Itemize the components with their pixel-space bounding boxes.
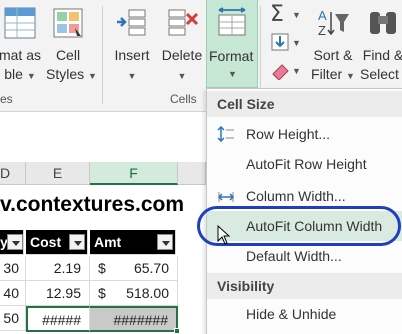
header-cell-qty[interactable]: y bbox=[0, 230, 24, 255]
fill-down-icon bbox=[271, 33, 289, 51]
amt-cell-selected[interactable]: ####### bbox=[90, 306, 178, 332]
fill-button[interactable]: ▼ bbox=[268, 32, 304, 54]
currency-symbol: $ bbox=[98, 285, 106, 301]
menu-item-autofit-row-height[interactable]: AutoFit Row Height bbox=[207, 149, 402, 179]
cell-styles-icon bbox=[53, 8, 83, 38]
cells-group-label: Cells bbox=[170, 92, 197, 106]
menu-item-row-height[interactable]: Row Height... bbox=[207, 119, 402, 149]
separator bbox=[260, 6, 261, 88]
site-title-cell[interactable]: v.contextures.com bbox=[0, 190, 206, 222]
amt-value: ####### bbox=[113, 312, 168, 328]
cost-cell[interactable]: 12.95 bbox=[26, 281, 90, 306]
qty-cell[interactable]: 30 bbox=[0, 256, 26, 281]
insert-label: Insert bbox=[114, 47, 150, 63]
cost-cell[interactable]: 2.19 bbox=[26, 256, 90, 281]
insert-cells-icon bbox=[117, 9, 146, 36]
column-header-blank bbox=[178, 162, 206, 185]
format-dropdown-menu: Cell Size Row Height... AutoFit Row Heig… bbox=[197, 88, 402, 334]
worksheet-grid: D E F v.contextures.com y Cost Amt 30 2.… bbox=[0, 112, 206, 334]
format-as-table-button[interactable]: mat as ble ▼ bbox=[0, 6, 44, 86]
format-as-table-label-2: ble ▼ bbox=[0, 65, 44, 86]
clear-button[interactable]: ▼ bbox=[268, 60, 304, 82]
autosum-button[interactable]: Σ ▼ bbox=[268, 2, 304, 27]
currency-symbol: $ bbox=[98, 260, 106, 276]
find-select-label-2-text: Select bbox=[360, 66, 399, 82]
sort-filter-label-1: Sort & bbox=[313, 47, 353, 63]
chevron-down-icon: ▼ bbox=[88, 71, 97, 81]
filter-dropdown-icon[interactable] bbox=[7, 234, 23, 250]
amt-value: 65.70 bbox=[133, 260, 169, 276]
fill-handle[interactable] bbox=[174, 328, 180, 334]
row-height-icon bbox=[217, 126, 234, 142]
cell-styles-label-2: Styles ▼ bbox=[46, 65, 97, 86]
qty-cell[interactable]: 50 bbox=[0, 306, 26, 331]
autosum-icon: Σ bbox=[270, 2, 284, 27]
svg-text:A: A bbox=[318, 8, 327, 23]
header-cost-label: Cost bbox=[30, 234, 62, 250]
sort-filter-label-2-text: Filter bbox=[311, 66, 343, 82]
delete-label: Delete bbox=[161, 47, 203, 63]
row-height-label: Row Height... bbox=[246, 126, 331, 142]
find-select-label-2: Select ▼ bbox=[360, 65, 402, 86]
separator bbox=[102, 6, 103, 104]
chevron-down-icon: ▼ bbox=[127, 71, 137, 81]
amt-cell[interactable]: $ 65.70 bbox=[90, 256, 178, 281]
amt-value: 518.00 bbox=[126, 285, 169, 301]
styles-group-label: es bbox=[0, 92, 13, 106]
find-select-button[interactable]: Find & Select ▼ bbox=[360, 6, 402, 86]
filter-dropdown-icon[interactable] bbox=[157, 234, 173, 250]
delete-cells-icon bbox=[168, 9, 199, 36]
cell-size-section-header: Cell Size bbox=[207, 91, 402, 117]
menu-item-default-width[interactable]: Default Width... bbox=[207, 241, 402, 271]
sort-filter-icon: A Z bbox=[318, 8, 349, 38]
menu-item-hide-unhide[interactable]: Hide & Unhide bbox=[207, 299, 402, 329]
visibility-section-header: Visibility bbox=[207, 273, 402, 299]
chevron-down-icon: ▼ bbox=[346, 71, 355, 81]
chevron-down-icon: ▼ bbox=[292, 38, 301, 48]
format-cells-icon bbox=[218, 7, 246, 36]
chevron-down-icon: ▼ bbox=[177, 71, 187, 81]
table-format-icon bbox=[4, 7, 36, 39]
cell-styles-label-1: Cell bbox=[55, 47, 81, 63]
header-cell-cost[interactable]: Cost bbox=[26, 230, 88, 255]
column-header-d[interactable]: D bbox=[0, 162, 26, 185]
qty-cell[interactable]: 40 bbox=[0, 281, 26, 306]
eraser-icon bbox=[272, 64, 289, 80]
chevron-down-icon: ▼ bbox=[228, 69, 237, 79]
format-as-table-label-2-text: ble bbox=[4, 66, 23, 82]
header-amt-label: Amt bbox=[94, 234, 122, 250]
chevron-down-icon: ▼ bbox=[292, 66, 301, 76]
cell-styles-label-2-text: Styles bbox=[46, 66, 85, 82]
svg-text:Z: Z bbox=[318, 23, 326, 38]
column-header-e[interactable]: E bbox=[26, 162, 90, 185]
format-as-table-label-1: mat as bbox=[0, 47, 41, 63]
cell-styles-button[interactable]: Cell Styles ▼ bbox=[46, 6, 97, 86]
cost-cell[interactable]: ##### bbox=[26, 306, 90, 332]
sort-filter-button[interactable]: A Z Sort & Filter ▼ bbox=[308, 6, 358, 86]
default-width-label: Default Width... bbox=[246, 248, 342, 264]
insert-button[interactable]: Insert ▼ bbox=[108, 6, 156, 86]
header-cell-amt[interactable]: Amt bbox=[90, 230, 176, 255]
sort-filter-label-2: Filter ▼ bbox=[308, 65, 358, 86]
hide-unhide-label: Hide & Unhide bbox=[246, 306, 337, 322]
delete-button[interactable]: Delete ▼ bbox=[158, 6, 206, 86]
filter-dropdown-icon[interactable] bbox=[69, 234, 85, 250]
format-button[interactable]: Format ▼ bbox=[206, 0, 258, 88]
amt-cell[interactable]: $ 518.00 bbox=[90, 281, 178, 306]
binoculars-icon bbox=[370, 12, 396, 34]
column-width-icon bbox=[217, 192, 235, 202]
chevron-down-icon: ▼ bbox=[292, 10, 301, 20]
autofit-row-height-label: AutoFit Row Height bbox=[246, 156, 367, 172]
format-label: Format bbox=[209, 48, 254, 64]
column-header-f[interactable]: F bbox=[90, 162, 178, 185]
chevron-down-icon: ▼ bbox=[26, 71, 36, 81]
find-select-label-1: Find & bbox=[362, 47, 402, 63]
